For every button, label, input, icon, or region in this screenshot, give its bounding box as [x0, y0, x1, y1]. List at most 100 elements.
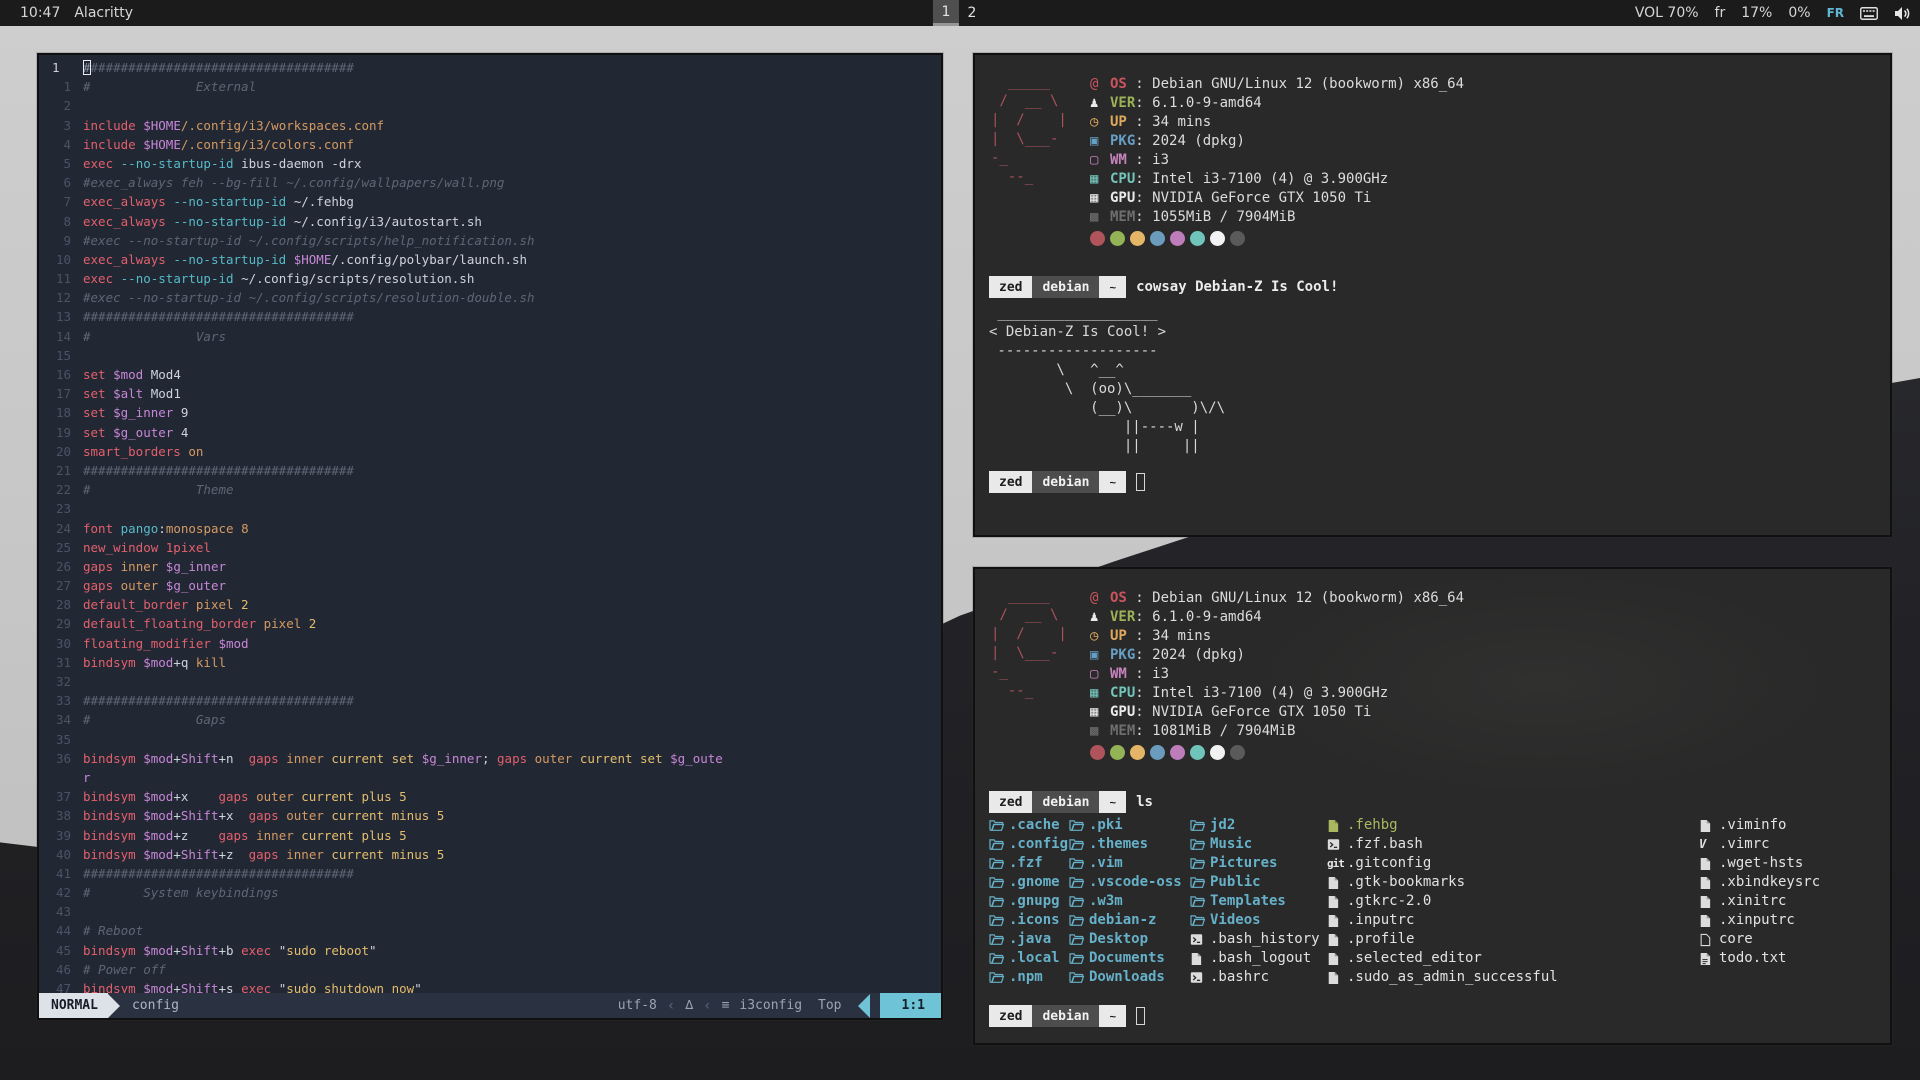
ls-item: debian-z	[1069, 911, 1182, 930]
ls-item: .fehbg	[1327, 816, 1558, 835]
line-number: 43	[39, 902, 83, 921]
fetch-row-up: ◷UP : 34 mins	[1090, 113, 1876, 132]
shell-prompt-active[interactable]: zeddebian~	[989, 470, 1876, 494]
ls-item: V.vimrc	[1699, 835, 1820, 854]
file-icon	[1327, 933, 1347, 947]
ls-item: git.gitconfig	[1327, 854, 1558, 873]
terminal-cursor	[1136, 473, 1145, 491]
vim-line: 36bindsym $mod+Shift+n gaps inner curren…	[39, 749, 941, 768]
line-number: 20	[39, 442, 83, 461]
ls-item: Desktop	[1069, 930, 1182, 949]
line-number: 39	[39, 826, 83, 845]
ls-item: .gtkrc-2.0	[1327, 892, 1558, 911]
file-icon	[1327, 895, 1347, 909]
i3-status-bar: 10:47 Alacritty 12 VOL 70% fr 17% 0% FR	[0, 0, 1920, 26]
workspace-button-2[interactable]: 2	[959, 0, 985, 26]
folder-open-icon	[1190, 895, 1210, 908]
line-number: 3	[39, 116, 83, 135]
vim-line: 40bindsym $mod+Shift+z gaps inner curren…	[39, 845, 941, 864]
line-number: 12	[39, 288, 83, 307]
folder-open-icon	[989, 838, 1009, 851]
gpu-icon: ▦	[1090, 703, 1110, 722]
ls-item: .gnupg	[989, 892, 1068, 911]
line-number: 15	[39, 346, 83, 365]
ls-item: .bash_logout	[1190, 949, 1320, 968]
fetch-row-pkg: ▣PKG: 2024 (dpkg)	[1090, 646, 1876, 665]
folder-open-icon	[1069, 933, 1089, 946]
vim-line: 27gaps outer $g_outer	[39, 576, 941, 595]
fetch-row-gpu: ▦GPU: NVIDIA GeForce GTX 1050 Ti	[1090, 189, 1876, 208]
vim-buffer[interactable]: 1####################################1# …	[39, 55, 941, 993]
vim-line: 47bindsym $mod+Shift+s exec "sudo shutdo…	[39, 979, 941, 993]
prompt-host: debian	[1032, 276, 1099, 298]
vim-line: 32	[39, 672, 941, 691]
line-number: 41	[39, 864, 83, 883]
vim-line: 29default_floating_border pixel 2	[39, 614, 941, 633]
folder-open-icon	[989, 952, 1009, 965]
mem-icon: ▩	[1090, 722, 1110, 741]
terminal-window-top[interactable]: _____ / __ \ | / | | \___- -_ --_ @OS : …	[973, 53, 1892, 537]
line-number: 32	[39, 672, 83, 691]
vim-line: 1# External	[39, 77, 941, 96]
folder-open-icon	[1069, 914, 1089, 927]
line-number: 19	[39, 423, 83, 442]
ls-item: .bash_history	[1190, 930, 1320, 949]
ls-item: .profile	[1327, 930, 1558, 949]
fetch-row-cpu: ▦CPU: Intel i3-7100 (4) @ 3.900GHz	[1090, 170, 1876, 189]
statusline-right: utf-8 ‹ ∆ ‹ ≡ i3config Top 1:1	[618, 993, 941, 1018]
fetch-row-os: @OS : Debian GNU/Linux 12 (bookworm) x86…	[1090, 589, 1876, 608]
vim-line: 9#exec --no-startup-id ~/.config/scripts…	[39, 231, 941, 250]
line-number: 46	[39, 960, 83, 979]
line-number: 29	[39, 614, 83, 633]
file-icon	[1699, 876, 1719, 890]
typed-command: cowsay Debian-Z Is Cool!	[1126, 279, 1338, 295]
git-icon: git	[1327, 854, 1347, 873]
fetch-row-os: @OS : Debian GNU/Linux 12 (bookworm) x86…	[1090, 75, 1876, 94]
line-number: 36	[39, 749, 83, 768]
vim-editor-window[interactable]: 1####################################1# …	[37, 53, 943, 1020]
fetch-output: _____ / __ \ | / | | \___- -_ --_ @OS : …	[989, 585, 1876, 760]
vim-filename: config	[132, 998, 179, 1013]
ls-item: Public	[1190, 873, 1320, 892]
ls-item: .gtk-bookmarks	[1327, 873, 1558, 892]
folder-open-icon	[1190, 819, 1210, 832]
ram-indicator: 0%	[1788, 5, 1810, 21]
speaker-icon[interactable]	[1894, 6, 1910, 21]
ls-column: .viminfoV.vimrc.wget-hsts.xbindkeysrc.xi…	[1699, 816, 1820, 968]
prompt-path: ~	[1099, 276, 1126, 298]
shell-prompt-active[interactable]: zeddebian~	[989, 1004, 1876, 1028]
ver-icon: ♟	[1090, 608, 1110, 627]
ls-output: .cache.config.fzf.gnome.gnupg.icons.java…	[989, 816, 1876, 988]
cpu-icon: ▦	[1090, 170, 1110, 189]
terminal-window-bottom[interactable]: _____ / __ \ | / | | \___- -_ --_ @OS : …	[973, 567, 1892, 1045]
ls-item: .java	[989, 930, 1068, 949]
palette-dot	[1130, 745, 1145, 760]
ls-item: .themes	[1069, 835, 1182, 854]
vim-line: 6#exec_always feh --bg-fill ~/.config/wa…	[39, 173, 941, 192]
folder-open-icon	[1069, 876, 1089, 889]
folder-open-icon	[1069, 857, 1089, 870]
ls-item: .sudo_as_admin_successful	[1327, 968, 1558, 987]
chevron-left-icon: ‹	[703, 998, 711, 1014]
line-number: 18	[39, 403, 83, 422]
ls-item: .config	[989, 835, 1068, 854]
ls-item: .cache	[989, 816, 1068, 835]
vim-line: 15	[39, 346, 941, 365]
line-number: 30	[39, 634, 83, 653]
line-number: 1	[39, 58, 83, 77]
volume-indicator[interactable]: VOL 70%	[1635, 5, 1699, 21]
ls-item: jd2	[1190, 816, 1320, 835]
folder-open-icon	[989, 819, 1009, 832]
vim-line: 19set $g_outer 4	[39, 423, 941, 442]
keyboard-layout-indicator[interactable]: FR	[1827, 6, 1844, 20]
line-number: 17	[39, 384, 83, 403]
vim-line: 39bindsym $mod+z gaps inner current plus…	[39, 826, 941, 845]
line-number: 44	[39, 921, 83, 940]
folder-open-icon	[1069, 952, 1089, 965]
os-icon: @	[1090, 75, 1110, 94]
ls-item: .bashrc	[1190, 968, 1320, 987]
prompt-path: ~	[1099, 1005, 1126, 1027]
folder-open-icon	[1190, 857, 1210, 870]
ls-item: .xinitrc	[1699, 892, 1820, 911]
workspace-button-1[interactable]: 1	[933, 0, 959, 26]
